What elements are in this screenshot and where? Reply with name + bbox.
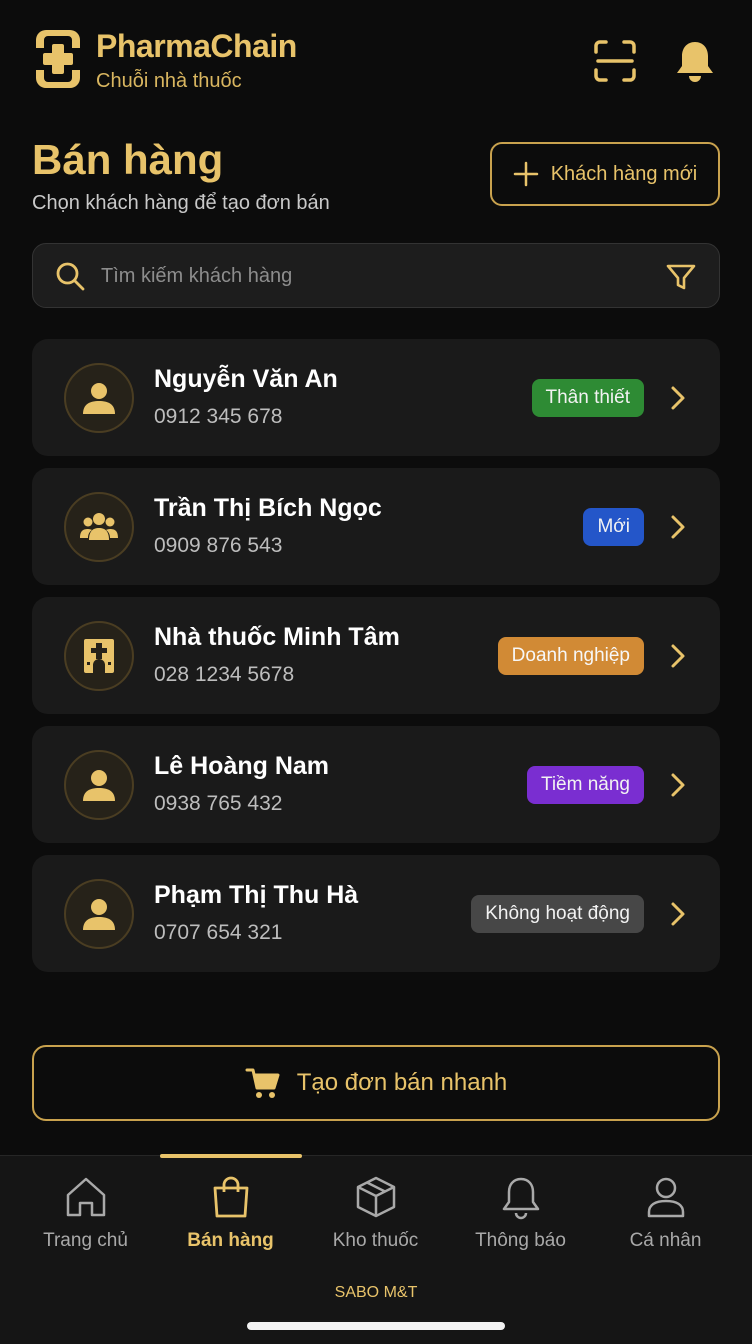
quick-order-label: Tạo đơn bán nhanh	[296, 1069, 508, 1096]
bell-icon	[502, 1177, 539, 1220]
customer-phone: 0938 765 432	[154, 792, 283, 815]
user-icon	[83, 770, 115, 801]
filter-icon[interactable]	[665, 261, 697, 293]
scan-icon[interactable]	[592, 38, 638, 84]
avatar	[64, 363, 134, 433]
status-badge: Mới	[583, 508, 644, 546]
chevron-right-icon	[671, 902, 685, 926]
customer-phone: 0707 654 321	[154, 921, 283, 944]
avatar	[64, 492, 134, 562]
brand-name: PharmaChain	[96, 28, 297, 64]
nav-label: Bán hàng	[187, 1230, 274, 1251]
person-icon	[647, 1177, 684, 1218]
customer-name: Nhà thuốc Minh Tâm	[154, 623, 400, 651]
brand-subtitle: Chuỗi nhà thuốc	[96, 70, 242, 92]
nav-item-sales[interactable]: Bán hàng	[158, 1174, 303, 1264]
customer-name: Trần Thị Bích Ngọc	[154, 494, 382, 522]
nav-label: Trang chủ	[43, 1230, 128, 1251]
new-customer-label: Khách hàng mới	[550, 162, 698, 185]
nav-label: Cá nhân	[629, 1230, 702, 1251]
app-header: PharmaChain Chuỗi nhà thuốc	[32, 24, 722, 104]
customer-name: Lê Hoàng Nam	[154, 752, 330, 780]
shopping-bag-icon	[213, 1176, 248, 1218]
customer-name: Phạm Thị Thu Hà	[154, 881, 359, 909]
customer-card[interactable]: Nguyễn Văn An 0912 345 678 Thân thiết	[32, 339, 720, 456]
page-title: Bán hàng	[32, 136, 224, 183]
status-badge: Thân thiết	[531, 379, 644, 417]
nav-item-profile[interactable]: Cá nhân	[593, 1174, 738, 1264]
status-badge: Không hoạt động	[471, 895, 644, 933]
customer-phone: 028 1234 5678	[154, 663, 295, 686]
chevron-right-icon	[671, 386, 685, 410]
avatar	[64, 750, 134, 820]
customer-list: Nguyễn Văn An 0912 345 678 Thân thiết Tr…	[32, 339, 720, 984]
customer-name: Nguyễn Văn An	[154, 365, 338, 393]
chevron-right-icon	[671, 644, 685, 668]
user-icon	[83, 899, 115, 930]
search-box	[32, 243, 720, 308]
home-icon	[66, 1177, 105, 1217]
customer-card[interactable]: Phạm Thị Thu Hà 0707 654 321 Không hoạt …	[32, 855, 720, 972]
quick-order-button[interactable]: Tạo đơn bán nhanh	[32, 1045, 720, 1121]
search-icon	[56, 262, 85, 291]
page-subtitle: Chọn khách hàng để tạo đơn bán	[32, 192, 330, 214]
customer-phone: 0912 345 678	[154, 405, 283, 428]
bottom-nav: Trang chủ Bán hàng Kho thuốc Thông báo C…	[0, 1154, 752, 1344]
customer-phone: 0909 876 543	[154, 534, 283, 557]
footer-brand: SABO M&T	[334, 1284, 418, 1301]
home-indicator	[247, 1322, 505, 1330]
nav-item-inventory[interactable]: Kho thuốc	[303, 1174, 448, 1264]
nav-item-notifications[interactable]: Thông báo	[448, 1174, 593, 1264]
status-badge: Doanh nghiệp	[497, 637, 644, 675]
pharmacy-icon	[84, 639, 114, 673]
chevron-right-icon	[671, 773, 685, 797]
nav-label: Kho thuốc	[332, 1230, 419, 1251]
search-input[interactable]	[101, 256, 641, 296]
plus-icon	[513, 161, 538, 187]
pharmachain-logo-icon	[36, 30, 80, 88]
customer-card[interactable]: Nhà thuốc Minh Tâm 028 1234 5678 Doanh n…	[32, 597, 720, 714]
cart-icon	[245, 1068, 280, 1098]
avatar	[64, 879, 134, 949]
nav-item-home[interactable]: Trang chủ	[13, 1174, 158, 1264]
user-icon	[83, 383, 115, 414]
customer-card[interactable]: Lê Hoàng Nam 0938 765 432 Tiềm năng	[32, 726, 720, 843]
new-customer-button[interactable]: Khách hàng mới	[490, 142, 720, 206]
chevron-right-icon	[671, 515, 685, 539]
group-icon	[80, 513, 118, 540]
active-tab-indicator	[160, 1154, 302, 1158]
avatar	[64, 621, 134, 691]
notification-bell-icon[interactable]	[672, 38, 718, 84]
box-icon	[356, 1176, 395, 1218]
customer-card[interactable]: Trần Thị Bích Ngọc 0909 876 543 Mới	[32, 468, 720, 585]
status-badge: Tiềm năng	[526, 766, 644, 804]
nav-label: Thông báo	[475, 1230, 566, 1251]
